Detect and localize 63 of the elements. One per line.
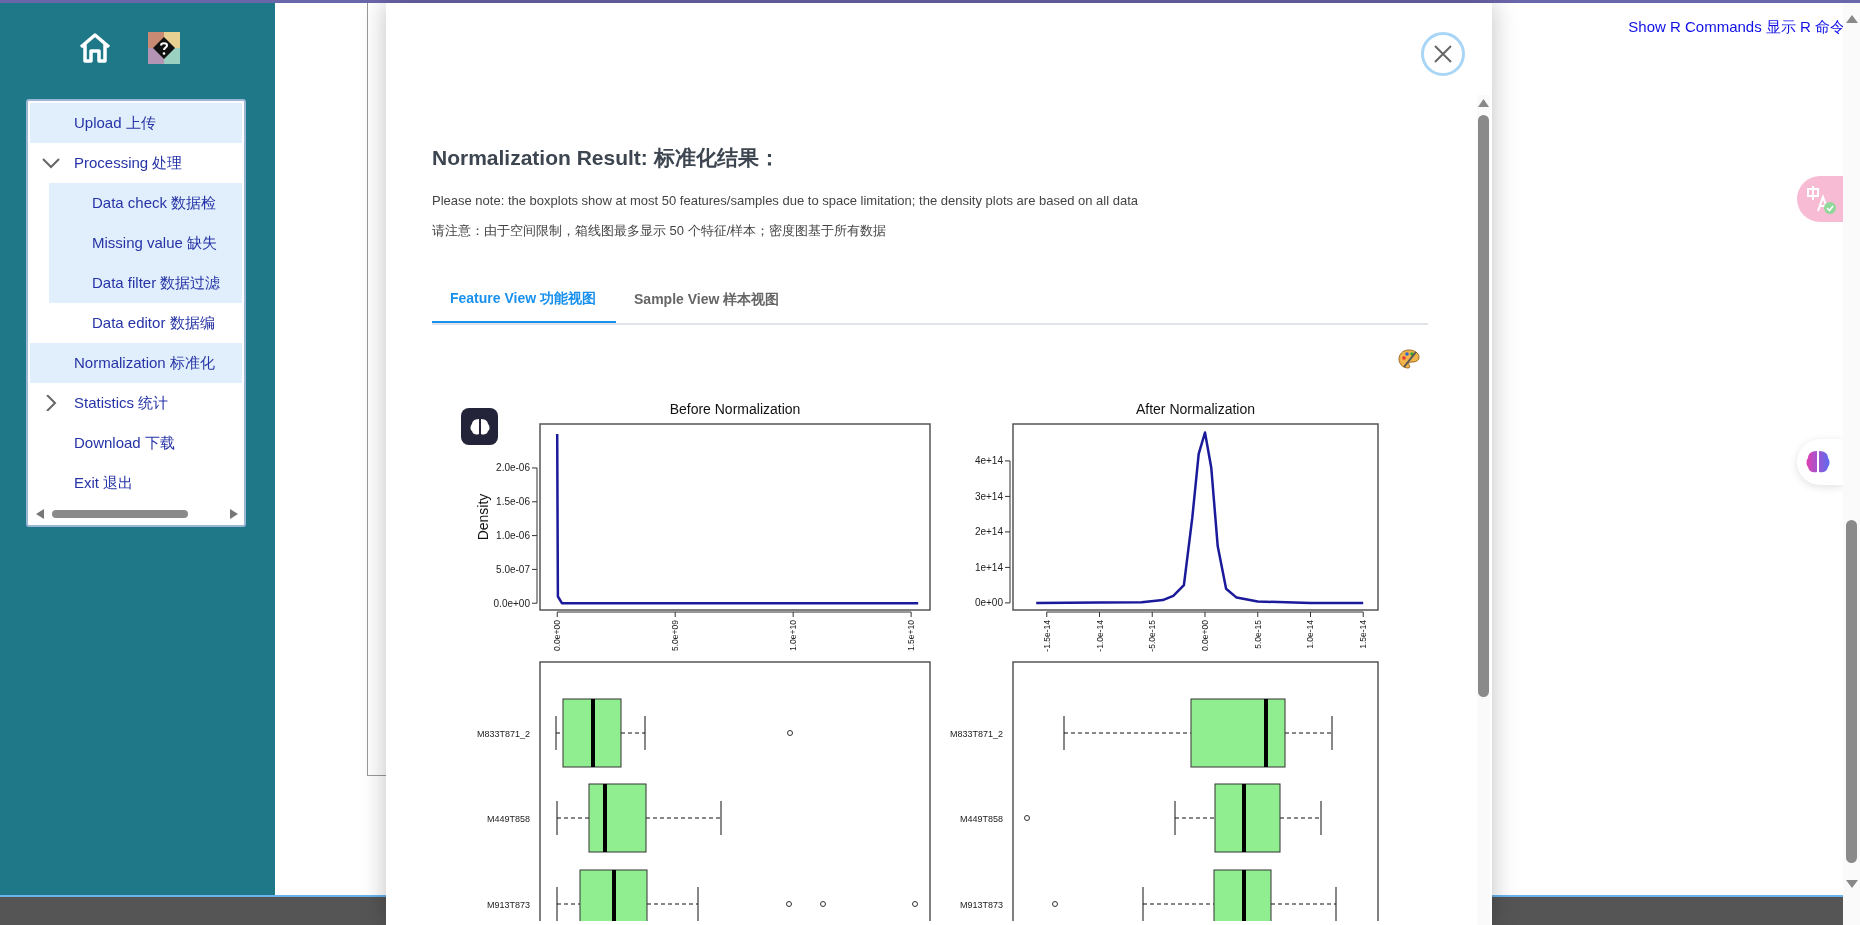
tick-label: -5.0e-15	[1147, 620, 1158, 652]
scrollbar-thumb[interactable]	[52, 510, 188, 518]
tick-label: 5.0e+09	[670, 620, 681, 651]
home-icon[interactable]	[78, 32, 112, 64]
arrow-down-icon[interactable]	[1846, 880, 1858, 888]
tick-label: 1.5e-14	[1358, 620, 1369, 649]
tick-label: 1.0e-06	[496, 530, 530, 542]
help-icon[interactable]	[148, 32, 180, 64]
dialog-scrollbar[interactable]	[1477, 95, 1490, 925]
row-label: M449T858	[486, 814, 530, 824]
tick-label: 5.0e-07	[496, 563, 530, 575]
note-text: 请注意：由于空间限制，箱线图最多显示 50 个特征/样本；密度图基于所有数据	[432, 222, 888, 240]
arrow-right-icon[interactable]	[230, 509, 238, 519]
tick-label: 1e+14	[974, 561, 1003, 573]
row-label: M449T858	[959, 814, 1003, 824]
tick-label: 1.5e+10	[906, 620, 917, 651]
tick-label: 0.0e+00	[1200, 620, 1210, 651]
palette-icon[interactable]	[1398, 349, 1420, 369]
chevron-down-icon[interactable]	[42, 155, 60, 171]
note-text: Please note: the boxplots show at most 50 features/samples due to space limitation; the density plots are based on all data	[432, 193, 1140, 208]
arrow-up-icon[interactable]	[1846, 15, 1858, 23]
tick-label: -1.5e-14	[1041, 620, 1052, 652]
close-icon[interactable]	[1434, 45, 1452, 63]
arrow-left-icon[interactable]	[36, 509, 44, 519]
axis-label: Density	[475, 493, 491, 541]
tick-label: 0.0e+00	[493, 597, 530, 609]
tick-label: 1.0e+10	[788, 620, 799, 651]
scrollbar-thumb[interactable]	[1478, 115, 1489, 697]
brain-icon[interactable]	[1805, 449, 1831, 475]
arrow-up-icon[interactable]	[1478, 99, 1489, 107]
tick-label: 1.5e-06	[496, 496, 530, 508]
close-button[interactable]	[1421, 32, 1465, 76]
brain-button[interactable]	[461, 408, 498, 445]
brain-icon	[469, 417, 490, 436]
tick-label: 4e+14	[974, 455, 1003, 467]
menu-item[interactable]: Missing value 缺失	[49, 223, 242, 263]
row-label: M833T871_2	[949, 729, 1003, 739]
chart-title: After Normalization	[1136, 401, 1255, 417]
menu-item[interactable]: Processing 处理	[30, 143, 242, 183]
tick-label: 2.0e-06	[496, 462, 530, 474]
menu-item[interactable]: Normalization 标准化	[30, 343, 242, 383]
scrollbar-thumb[interactable]	[1846, 520, 1857, 863]
menu-item[interactable]: Data editor 数据编	[49, 303, 242, 343]
tick-label: 0.0e+00	[552, 620, 563, 651]
view-tab[interactable]: Sample View 样本视图	[616, 277, 800, 323]
chart-title: Before Normalization	[669, 401, 801, 417]
menu-item[interactable]: Download 下载	[30, 423, 242, 463]
menu-item[interactable]: Upload 上传	[30, 103, 242, 143]
menu-item[interactable]: Data filter 数据过滤	[49, 263, 242, 303]
tick-label: 3e+14	[974, 490, 1003, 502]
tick-label: -1.0e-14	[1094, 620, 1105, 652]
tick-label: 2e+14	[974, 526, 1003, 538]
row-label: M833T871_2	[476, 729, 530, 739]
menu-item[interactable]: Exit 退出	[30, 463, 242, 503]
tick-label: 0e+00	[974, 597, 1003, 609]
row-label: M913T873	[959, 900, 1003, 910]
tick-label: 1.0e-14	[1305, 620, 1316, 649]
show-commands-link[interactable]: Show R Commands 显示 R 命令	[1628, 18, 1845, 37]
menu-item[interactable]: Statistics 统计	[30, 383, 242, 423]
menu-item[interactable]: Data check 数据检	[49, 183, 242, 223]
tick-label: 5.0e-15	[1252, 620, 1263, 649]
dialog-title: Normalization Result: 标准化结果：	[432, 145, 781, 171]
row-label: M913T873	[486, 900, 530, 910]
